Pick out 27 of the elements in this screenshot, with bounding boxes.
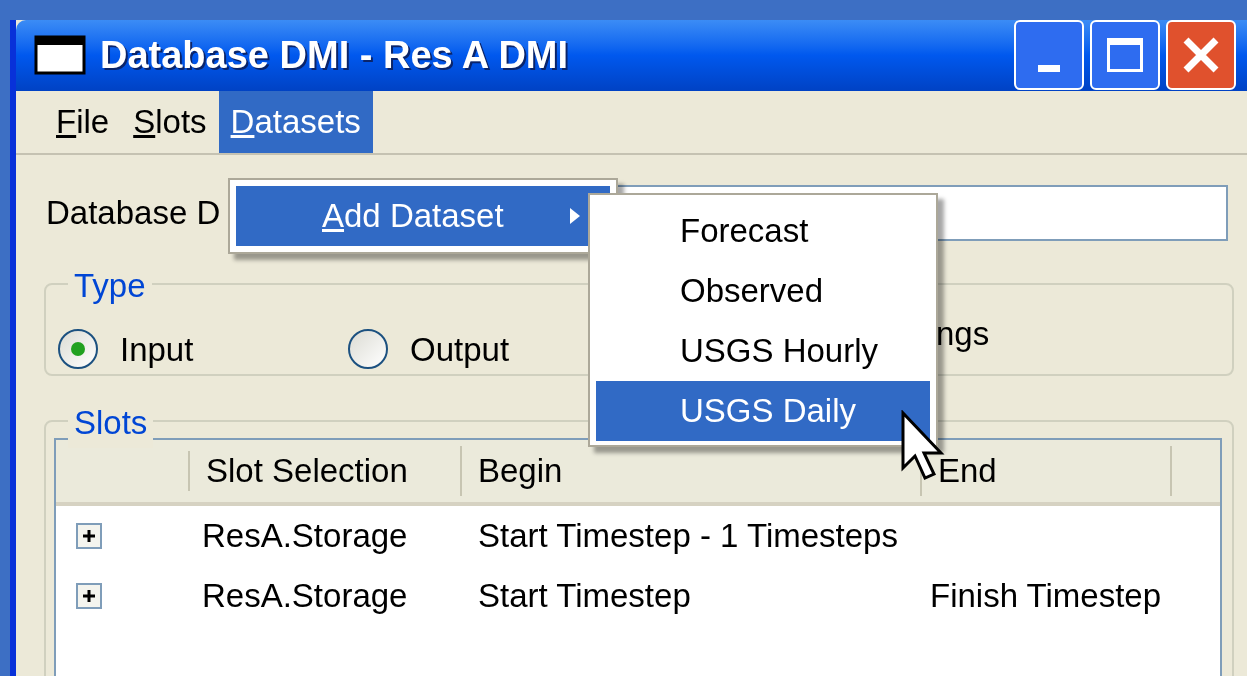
menu-item[interactable]: Observed — [596, 261, 930, 321]
close-icon — [1182, 36, 1220, 75]
table-cell-text: ResA.Storage — [201, 516, 409, 557]
menu-item[interactable]: File — [44, 90, 122, 153]
menu-item[interactable]: USGS Daily — [596, 381, 930, 441]
window-icon — [34, 35, 86, 76]
radio-button[interactable] — [58, 329, 98, 370]
maximize-icon — [1107, 38, 1143, 73]
table-cell-text: Finish Timestep — [929, 576, 1162, 617]
expand-icon[interactable] — [76, 583, 102, 609]
partial-label: ngs — [936, 313, 990, 354]
menu-item[interactable]: Datasets — [218, 90, 373, 153]
table-cell-text: Start Timestep - 1 Timesteps — [477, 516, 899, 557]
table-cell-text: ResA.Storage — [201, 576, 409, 617]
maximize-button[interactable] — [1090, 20, 1160, 91]
minimize-icon — [1038, 65, 1060, 73]
radio-button[interactable] — [348, 329, 388, 370]
menu-item[interactable]: Slots — [121, 90, 219, 153]
radio-option[interactable]: Input — [58, 324, 348, 374]
window-title: Database DMI - Res A DMI — [100, 32, 569, 78]
table-cell-text: Start Timestep — [477, 576, 692, 617]
minimize-button[interactable] — [1014, 20, 1084, 91]
close-button[interactable] — [1166, 20, 1236, 91]
menu-item[interactable]: Add Dataset — [236, 186, 610, 246]
field-label: Database D — [46, 193, 221, 231]
column-header[interactable]: Slot Selection — [190, 446, 462, 496]
expand-icon[interactable] — [76, 523, 102, 549]
